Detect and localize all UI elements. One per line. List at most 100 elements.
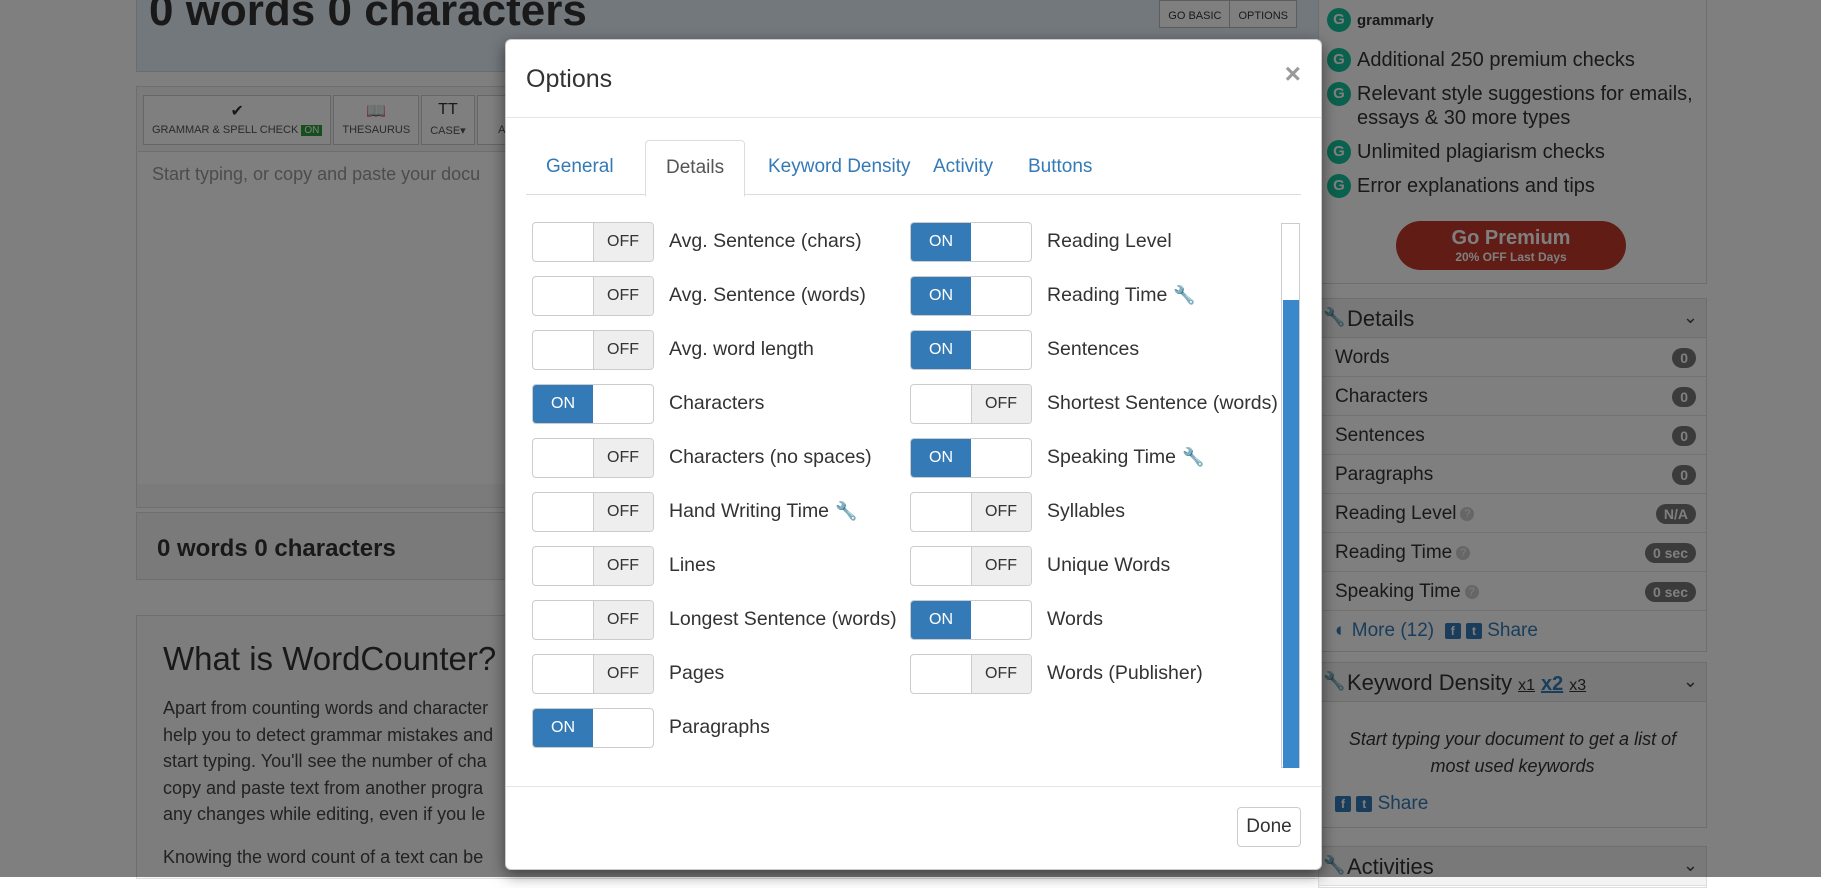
toggle-switch[interactable]: OFF <box>910 492 1032 532</box>
toggle-switch[interactable]: ON <box>532 384 654 424</box>
tab-activity[interactable]: Activity <box>913 140 1013 194</box>
toggle-divider <box>593 223 594 261</box>
toggle-off-label: OFF <box>593 439 653 477</box>
option-label-text: Lines <box>669 554 716 576</box>
option-label-text: Avg. Sentence (words) <box>669 284 866 306</box>
toggle-off-label: OFF <box>971 493 1031 531</box>
option-label-text: Shortest Sentence (words) <box>1047 392 1278 414</box>
toggle-switch[interactable]: ON <box>910 438 1032 478</box>
toggle-divider <box>593 439 594 477</box>
toggle-on-label: ON <box>911 331 971 369</box>
toggle-off-label: OFF <box>971 385 1031 423</box>
option-label: Sentences <box>1047 338 1139 361</box>
option-label-text: Words (Publisher) <box>1047 662 1203 684</box>
toggle-divider <box>593 655 594 693</box>
toggle-switch[interactable]: OFF <box>532 276 654 316</box>
close-icon[interactable]: × <box>1285 58 1301 90</box>
toggle-switch[interactable]: OFF <box>910 654 1032 694</box>
option-label: Characters (no spaces) <box>669 446 872 469</box>
wrench-icon[interactable]: 🔧 <box>1182 447 1204 467</box>
option-label: Longest Sentence (words) <box>669 608 897 631</box>
toggle-off-label: OFF <box>593 547 653 585</box>
toggle-switch[interactable]: ON <box>910 600 1032 640</box>
option-avg-sentence-words: OFF Avg. Sentence (words) <box>532 276 912 316</box>
toggle-switch[interactable]: ON <box>910 222 1032 262</box>
option-speaking-time: ON Speaking Time 🔧 <box>910 438 1290 478</box>
scrollbar-thumb[interactable] <box>1283 300 1299 768</box>
toggle-divider <box>971 493 972 531</box>
option-label: Avg. Sentence (chars) <box>669 230 862 253</box>
toggle-divider <box>593 277 594 315</box>
modal-footer: Done <box>506 786 1321 869</box>
options-scrollbar[interactable] <box>1281 223 1300 768</box>
option-syllables: OFF Syllables <box>910 492 1290 532</box>
toggle-switch[interactable]: OFF <box>910 384 1032 424</box>
option-hand-writing-time: OFF Hand Writing Time 🔧 <box>532 492 912 532</box>
toggle-switch[interactable]: OFF <box>532 438 654 478</box>
wrench-icon[interactable]: 🔧 <box>1173 285 1195 305</box>
option-label-text: Hand Writing Time <box>669 500 830 522</box>
modal-header: Options × <box>506 40 1321 118</box>
option-label-text: Avg. Sentence (chars) <box>669 230 862 252</box>
toggle-off-label: OFF <box>593 331 653 369</box>
tab-buttons[interactable]: Buttons <box>1008 140 1112 194</box>
option-pages: OFF Pages <box>532 654 912 694</box>
option-label: Characters <box>669 392 764 415</box>
option-label-text: Paragraphs <box>669 716 770 738</box>
option-label-text: Characters <box>669 392 765 414</box>
toggle-on-label: ON <box>533 709 593 747</box>
option-unique-words: OFF Unique Words <box>910 546 1290 586</box>
option-label: Speaking Time 🔧 <box>1047 446 1204 469</box>
toggle-divider <box>971 655 972 693</box>
toggle-off-label: OFF <box>593 655 653 693</box>
wrench-icon[interactable]: 🔧 <box>835 501 857 521</box>
options-tabs: General Details Keyword Density Activity… <box>526 140 1301 197</box>
toggle-off-label: OFF <box>593 223 653 261</box>
toggle-off-label: OFF <box>971 547 1031 585</box>
option-label-text: Words <box>1047 608 1103 630</box>
toggle-switch[interactable]: OFF <box>532 492 654 532</box>
toggle-off-label: OFF <box>971 655 1031 693</box>
toggle-on-label: ON <box>911 439 971 477</box>
option-label-text: Reading Level <box>1047 230 1172 252</box>
toggle-divider <box>593 331 594 369</box>
tab-details[interactable]: Details <box>645 140 746 197</box>
modal-title: Options <box>526 65 613 93</box>
toggle-on-label: ON <box>911 223 971 261</box>
option-shortest-sentence-words: OFF Shortest Sentence (words) <box>910 384 1290 424</box>
tab-keyword-density[interactable]: Keyword Density <box>748 140 931 194</box>
option-label: Reading Time 🔧 <box>1047 284 1196 307</box>
toggle-switch[interactable]: OFF <box>532 222 654 262</box>
option-label: Pages <box>669 662 724 685</box>
option-label-text: Sentences <box>1047 338 1140 360</box>
option-label: Reading Level <box>1047 230 1172 253</box>
toggle-switch[interactable]: OFF <box>532 546 654 586</box>
done-button[interactable]: Done <box>1237 807 1301 847</box>
toggle-divider <box>593 601 594 639</box>
option-label: Words (Publisher) <box>1047 662 1203 685</box>
option-words: ON Words <box>910 600 1290 640</box>
option-label-text: Speaking Time <box>1047 446 1176 468</box>
option-label: Lines <box>669 554 716 577</box>
toggle-on-label: ON <box>533 385 593 423</box>
toggle-divider <box>593 547 594 585</box>
toggle-switch[interactable]: ON <box>910 276 1032 316</box>
toggle-off-label: OFF <box>593 493 653 531</box>
option-lines: OFF Lines <box>532 546 912 586</box>
options-modal: Options × General Details Keyword Densit… <box>505 39 1322 870</box>
option-reading-level: ON Reading Level <box>910 222 1290 262</box>
toggle-switch[interactable]: OFF <box>532 654 654 694</box>
option-paragraphs: ON Paragraphs <box>532 708 912 748</box>
option-characters-no-spaces: OFF Characters (no spaces) <box>532 438 912 478</box>
toggle-switch[interactable]: OFF <box>532 330 654 370</box>
toggle-switch[interactable]: OFF <box>910 546 1032 586</box>
option-label: Words <box>1047 608 1103 631</box>
tab-general[interactable]: General <box>526 140 634 194</box>
option-sentences: ON Sentences <box>910 330 1290 370</box>
option-reading-time: ON Reading Time 🔧 <box>910 276 1290 316</box>
toggle-switch[interactable]: ON <box>532 708 654 748</box>
toggle-switch[interactable]: OFF <box>532 600 654 640</box>
toggle-on-label: ON <box>911 601 971 639</box>
toggle-switch[interactable]: ON <box>910 330 1032 370</box>
option-label: Paragraphs <box>669 716 770 739</box>
